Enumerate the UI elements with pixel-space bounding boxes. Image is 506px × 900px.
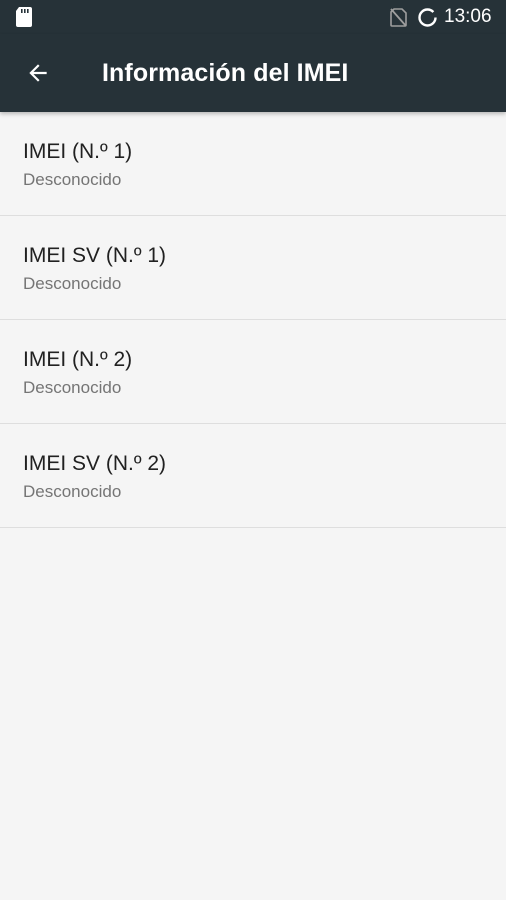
- list-item-imei-2[interactable]: IMEI (N.º 2) Desconocido: [0, 320, 506, 424]
- page-title: Información del IMEI: [102, 59, 349, 87]
- list-item-title: IMEI SV (N.º 1): [23, 244, 167, 267]
- list-item-summary: Desconocido: [23, 274, 122, 293]
- status-bar: 13:06: [0, 0, 506, 34]
- list-item-summary: Desconocido: [23, 378, 122, 397]
- list-item-summary: Desconocido: [23, 170, 122, 189]
- arrow-back-icon: [29, 64, 47, 82]
- app-toolbar: Información del IMEI: [0, 34, 506, 112]
- list-item-imei-sv-1[interactable]: IMEI SV (N.º 1) Desconocido: [0, 216, 506, 320]
- list-item-title: IMEI (N.º 1): [23, 140, 133, 163]
- list-item-title: IMEI SV (N.º 2): [23, 452, 167, 475]
- list-item-summary: Desconocido: [23, 482, 122, 501]
- no-sim-icon: [390, 8, 407, 27]
- list-item-imei-1[interactable]: IMEI (N.º 1) Desconocido: [0, 112, 506, 216]
- status-bar-clock: 13:06: [444, 6, 492, 27]
- list-item-imei-sv-2[interactable]: IMEI SV (N.º 2) Desconocido: [0, 424, 506, 528]
- list-item-title: IMEI (N.º 2): [23, 348, 133, 371]
- sync-icon: [418, 8, 437, 27]
- imei-list: IMEI (N.º 1) Desconocido IMEI SV (N.º 1)…: [0, 112, 506, 528]
- back-button[interactable]: [16, 51, 60, 95]
- sd-card-icon: [16, 7, 32, 27]
